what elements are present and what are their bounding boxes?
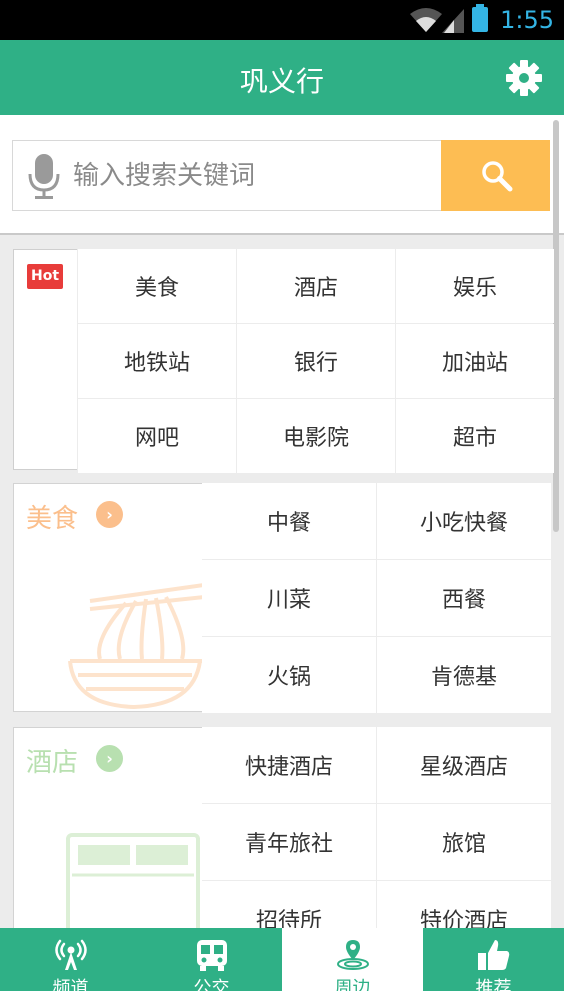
location-pin-icon <box>336 940 369 970</box>
hotel-title: 酒店 <box>26 748 79 778</box>
hot-item-cinema[interactable]: 电影院 <box>237 399 395 473</box>
wifi-icon <box>410 8 442 32</box>
search-box <box>12 140 441 211</box>
status-bar: 1:55 <box>0 0 564 40</box>
chevron-right-icon: › <box>96 501 123 528</box>
hot-item-subway[interactable]: 地铁站 <box>78 324 236 398</box>
bottom-nav: 频道 公交 周边 推荐 <box>0 928 564 991</box>
food-title: 美食 <box>26 504 79 534</box>
hotel-grid: 快捷酒店 星级酒店 青年旅社 旅馆 招待所 特价酒店 <box>202 727 551 928</box>
food-panel: 美食 › 中餐 小吃快餐 川菜 西餐 火锅 肯德基 <box>13 483 551 714</box>
tab-bus[interactable]: 公交 <box>141 928 282 991</box>
search-button[interactable] <box>441 140 550 211</box>
hot-panel: Hot 美食 酒店 娱乐 地铁站 银行 加油站 网吧 电影院 超市 <box>13 249 554 473</box>
tab-nearby-label: 周边 <box>334 978 371 991</box>
food-item-sichuan[interactable]: 川菜 <box>202 560 376 636</box>
tab-channel[interactable]: 频道 <box>0 928 141 991</box>
tab-channel-label: 频道 <box>52 978 89 991</box>
page-title: 巩义行 <box>239 65 324 98</box>
tab-nearby[interactable]: 周边 <box>282 928 423 991</box>
hotel-header[interactable]: 酒店 › <box>14 728 202 928</box>
tab-recommend-label: 推荐 <box>475 978 512 991</box>
hot-item-food[interactable]: 美食 <box>78 249 236 323</box>
search-input[interactable] <box>73 141 433 210</box>
status-time: 1:55 <box>500 6 554 34</box>
signal-icon <box>442 9 464 33</box>
hot-grid: 美食 酒店 娱乐 地铁站 银行 加油站 网吧 电影院 超市 <box>77 249 554 473</box>
tab-bus-label: 公交 <box>193 978 230 991</box>
search-icon <box>482 161 513 192</box>
main-content[interactable]: Hot 美食 酒店 娱乐 地铁站 银行 加油站 网吧 电影院 超市 美食 › <box>0 115 564 928</box>
hotel-item-guesthouse[interactable]: 招待所 <box>202 881 376 928</box>
bus-icon <box>196 940 227 971</box>
hotel-panel: 酒店 › 快捷酒店 星级酒店 青年旅社 旅馆 招待所 特价酒店 <box>13 727 551 928</box>
hotel-item-star[interactable]: 星级酒店 <box>377 727 551 803</box>
app-header: 巩义行 <box>0 40 564 115</box>
hotel-item-express[interactable]: 快捷酒店 <box>202 727 376 803</box>
food-item-western[interactable]: 西餐 <box>377 560 551 636</box>
hotel-item-inn[interactable]: 旅馆 <box>377 804 551 880</box>
hot-badge: Hot <box>27 264 63 289</box>
food-header[interactable]: 美食 › <box>14 484 202 713</box>
hotel-item-discount[interactable]: 特价酒店 <box>377 881 551 928</box>
search-area <box>0 115 564 235</box>
food-grid: 中餐 小吃快餐 川菜 西餐 火锅 肯德基 <box>202 483 551 714</box>
hotel-item-hostel[interactable]: 青年旅社 <box>202 804 376 880</box>
food-item-chinese[interactable]: 中餐 <box>202 483 376 559</box>
battery-icon <box>472 4 488 32</box>
hot-item-gas-station[interactable]: 加油站 <box>396 324 554 398</box>
gear-icon[interactable] <box>504 58 544 98</box>
food-item-hotpot[interactable]: 火锅 <box>202 637 376 713</box>
tab-recommend[interactable]: 推荐 <box>423 928 564 991</box>
microphone-icon[interactable] <box>27 152 61 200</box>
food-item-snacks[interactable]: 小吃快餐 <box>377 483 551 559</box>
chevron-right-icon: › <box>96 745 123 772</box>
hot-item-supermarket[interactable]: 超市 <box>396 399 554 473</box>
hot-item-entertainment[interactable]: 娱乐 <box>396 249 554 323</box>
thumbs-up-icon <box>477 940 509 970</box>
bed-icon <box>66 833 200 928</box>
noodle-bowl-icon <box>68 583 202 710</box>
app-screen: 1:55 巩义行 输入搜索关键词 Hot 美食 酒店 娱乐 地铁站 银行 加油站… <box>0 0 564 991</box>
radio-tower-icon <box>54 939 87 970</box>
food-item-kfc[interactable]: 肯德基 <box>377 637 551 713</box>
hot-item-bank[interactable]: 银行 <box>237 324 395 398</box>
hot-item-internet-cafe[interactable]: 网吧 <box>78 399 236 473</box>
hot-item-hotel[interactable]: 酒店 <box>237 249 395 323</box>
